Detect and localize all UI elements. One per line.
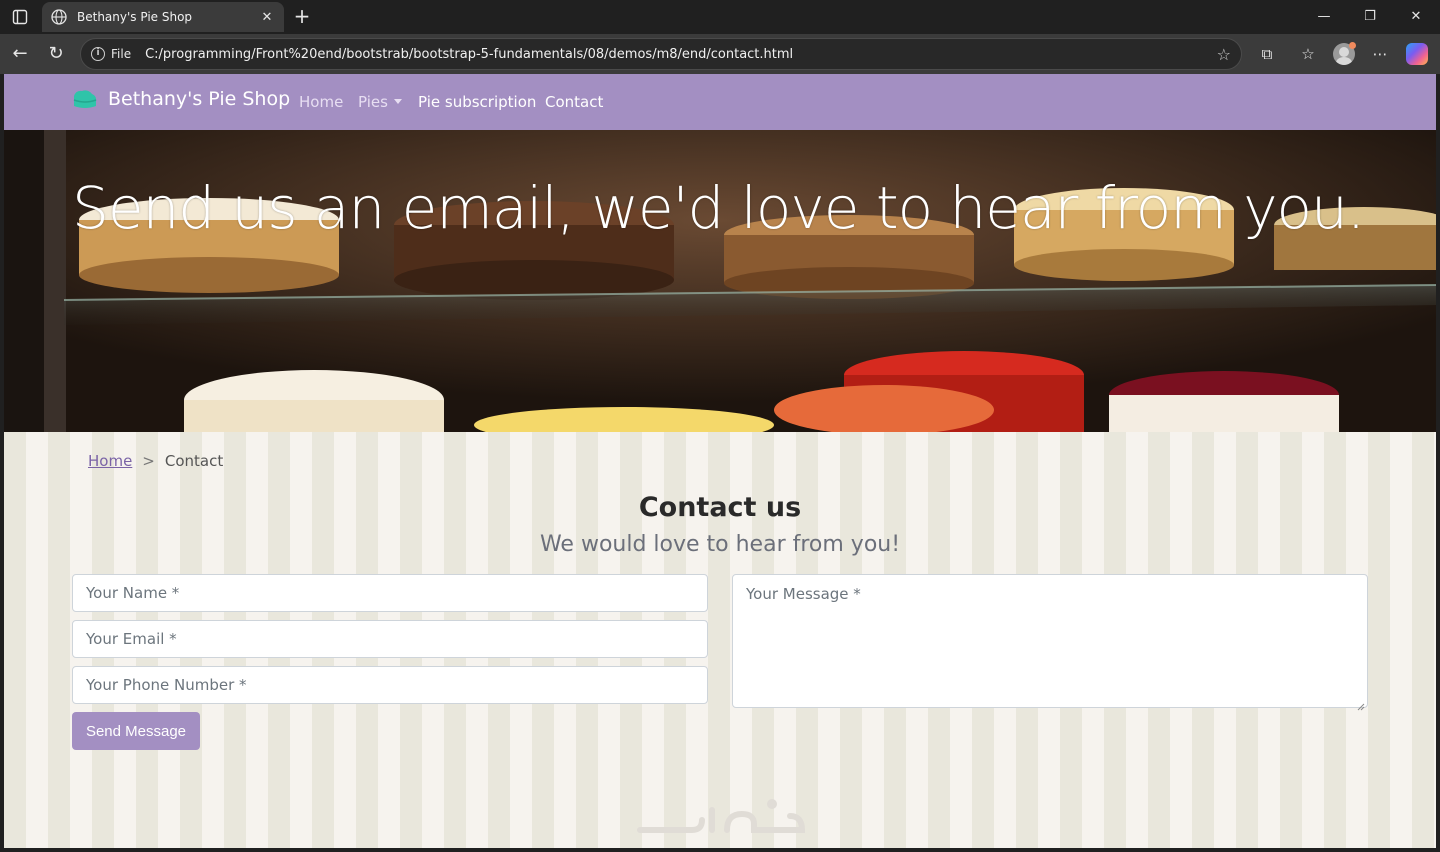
more-menu-icon[interactable]: ⋯ — [1368, 43, 1392, 65]
nav-pie-subscription-link[interactable]: Pie subscription — [418, 93, 536, 111]
nav-contact-link[interactable]: Contact — [545, 93, 603, 111]
send-message-button[interactable]: Send Message — [72, 712, 200, 750]
contact-subtitle: We would love to hear from you! — [539, 532, 901, 557]
resize-handle-icon[interactable] — [1357, 697, 1365, 711]
scheme-label: File — [111, 47, 132, 61]
favorites-icon[interactable]: ☆ — [1296, 43, 1320, 65]
contact-title: Contact us — [638, 492, 802, 523]
breadcrumb-home-link[interactable]: Home — [88, 452, 132, 470]
name-input[interactable]: Your Name * — [72, 574, 708, 612]
favorite-star-icon[interactable]: ☆ — [1217, 45, 1231, 64]
message-textarea[interactable]: Your Message * — [732, 574, 1368, 711]
browser-tab[interactable]: Bethany's Pie Shop ✕ — [42, 2, 284, 32]
extensions-icon[interactable]: ⧉ — [1255, 43, 1279, 65]
nav-pies-label: Pies — [358, 93, 388, 111]
back-arrow-icon[interactable]: ← — [8, 43, 32, 65]
close-tab-icon[interactable]: ✕ — [258, 10, 276, 25]
page-viewport: Bethany's Pie Shop Home Pies Pie subscri… — [4, 74, 1436, 848]
breadcrumb: Home > Contact — [88, 452, 223, 470]
pie-logo-icon — [72, 88, 98, 110]
hero-title: Send us an email, we'd love to hear from… — [72, 174, 1365, 242]
close-window-icon[interactable]: ✕ — [1404, 6, 1428, 28]
restore-icon[interactable]: ❐ — [1358, 6, 1382, 28]
nav-home-link[interactable]: Home — [299, 93, 343, 111]
message-placeholder: Your Message * — [746, 585, 861, 603]
url-field[interactable]: i File C:/programming/Front%20end/bootst… — [80, 38, 1242, 70]
reload-icon[interactable]: ↻ — [44, 43, 68, 65]
browser-tab-bar: Bethany's Pie Shop ✕ + — ❐ ✕ — [0, 0, 1440, 34]
watermark-logo — [632, 792, 808, 842]
minimize-icon[interactable]: — — [1312, 6, 1336, 28]
profile-status-badge — [1349, 42, 1356, 49]
hero-banner: Send us an email, we'd love to hear from… — [4, 130, 1436, 432]
tab-title: Bethany's Pie Shop — [77, 10, 193, 24]
breadcrumb-current: Contact — [164, 452, 224, 470]
copilot-icon[interactable] — [1406, 43, 1428, 65]
info-icon[interactable]: i — [91, 47, 105, 61]
tab-actions-icon[interactable] — [8, 6, 32, 28]
brand-name: Bethany's Pie Shop — [108, 88, 291, 110]
site-navbar: Bethany's Pie Shop Home Pies Pie subscri… — [4, 74, 1436, 130]
breadcrumb-separator: > — [142, 452, 155, 470]
url-text[interactable]: C:/programming/Front%20end/bootstrab/boo… — [145, 47, 1217, 62]
email-input[interactable]: Your Email * — [72, 620, 708, 658]
phone-input[interactable]: Your Phone Number * — [72, 666, 708, 704]
address-bar: ← ↻ i File C:/programming/Front%20end/bo… — [0, 34, 1440, 74]
brand[interactable]: Bethany's Pie Shop — [72, 88, 290, 110]
nav-pies-dropdown[interactable]: Pies — [358, 93, 402, 111]
new-tab-icon[interactable]: + — [290, 5, 314, 29]
globe-icon — [50, 8, 68, 26]
chevron-down-icon — [393, 99, 402, 104]
